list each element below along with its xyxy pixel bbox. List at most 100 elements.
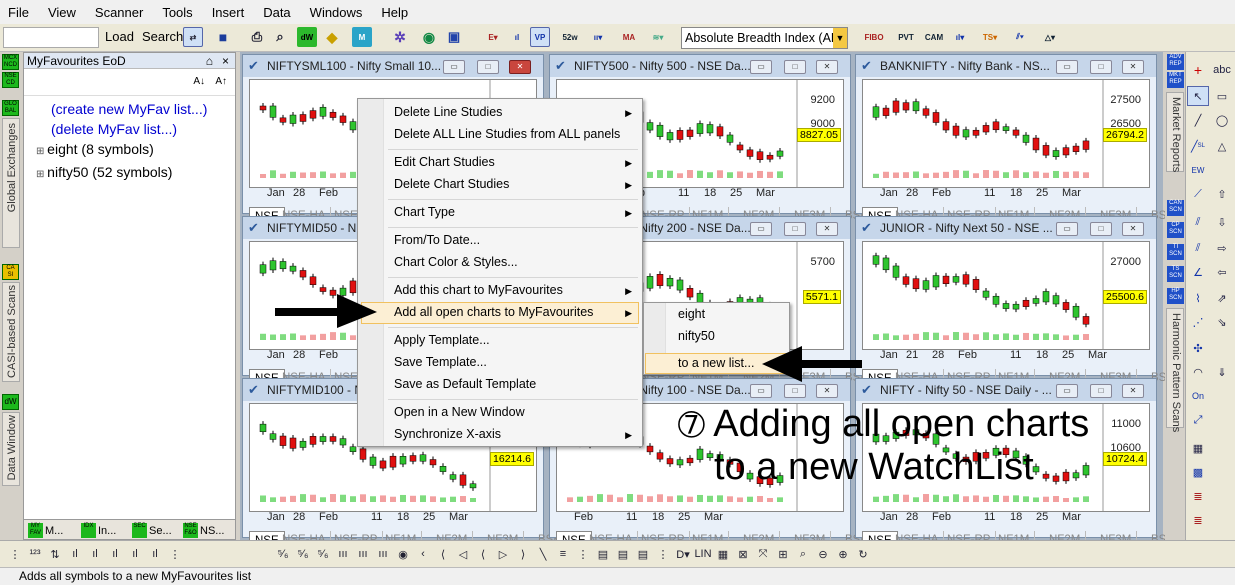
bottom-tool-icon[interactable]: ⟨ [434, 545, 452, 563]
close-icon[interactable]: × [222, 53, 229, 69]
tab-sectors[interactable]: SEC Se... [132, 522, 172, 539]
list2-icon[interactable]: ≣ [1187, 510, 1209, 530]
tab-nse-fo[interactable]: NSE F&O NS... [183, 522, 224, 539]
tab-indices[interactable]: IDX In... [81, 522, 116, 539]
auto-fibo-icon[interactable]: FIBO [864, 27, 884, 47]
menu-item[interactable]: Add this chart to MyFavourites [394, 283, 563, 297]
bottom-tool-icon[interactable]: ≡ [554, 545, 572, 563]
grid-icon[interactable]: ▦ [1187, 438, 1209, 458]
save-icon[interactable]: ■ [213, 27, 233, 47]
minimize-icon[interactable]: ▭ [750, 222, 772, 236]
menu-scanner[interactable]: Scanner [95, 5, 143, 20]
menu-item[interactable]: Edit Chart Studies [394, 155, 495, 169]
print-icon[interactable]: ⎙ [247, 27, 267, 47]
screen-icon[interactable]: ▣ [444, 27, 464, 47]
bottom-tool-icon[interactable]: ‹ [414, 545, 432, 563]
maximize-icon[interactable]: □ [784, 384, 806, 398]
chart-window[interactable]: ✔ BANKNIFTY - Nifty Bank - NS... ▭ □ ✕ 27500 2… [855, 54, 1181, 225]
bottom-tool-icon[interactable]: ⁵⁄₆ [314, 545, 332, 563]
expand-icon[interactable]: ⊞ [36, 146, 47, 157]
ew-icon[interactable]: EW [1187, 160, 1209, 180]
bottom-tool-icon[interactable]: ▦ [714, 545, 732, 563]
sl-channel-icon[interactable]: ⫽ [1187, 238, 1209, 258]
envelope-icon[interactable]: ≋▾ [648, 27, 668, 47]
close-icon[interactable]: ✕ [1122, 384, 1144, 398]
tab-global-exchanges[interactable]: Global Exchanges [2, 118, 20, 248]
arc-icon[interactable]: ◠ [1187, 362, 1209, 382]
speed-icon[interactable]: ⋰ [1187, 312, 1209, 332]
submenu-item-nifty50[interactable]: nifty50 [678, 329, 715, 343]
52w-hilo-icon[interactable]: 52w [560, 27, 580, 47]
minimize-icon[interactable]: ▭ [750, 384, 772, 398]
tree-item[interactable]: ⊞ eight (8 symbols) [36, 139, 207, 162]
menu-tools[interactable]: Tools [162, 5, 192, 20]
web-icon[interactable]: ◉ [419, 27, 439, 47]
bottom-tool-icon[interactable]: ııı [374, 545, 392, 563]
text-tool-icon[interactable]: abc [1211, 60, 1233, 80]
chart-plot[interactable]: 27000 25500.6 [862, 241, 1150, 350]
bottom-tool-icon[interactable]: ⊞ [774, 545, 792, 563]
can-scn-icon[interactable]: CAN SCN [1167, 200, 1184, 216]
arrow-downright-icon[interactable]: ⇘ [1211, 312, 1233, 332]
chart-plot[interactable]: 27500 26500 26794.2 [862, 79, 1150, 188]
bottom-tool-icon[interactable]: ⟨ [474, 545, 492, 563]
marker-icon[interactable]: ⇓ [1211, 362, 1233, 382]
bottom-tool-icon[interactable]: ▤ [594, 545, 612, 563]
bottom-tool-icon[interactable]: ⇅ [46, 545, 64, 563]
global-icon[interactable]: GLO BAL [2, 100, 19, 116]
arrow-down-icon[interactable]: ⇩ [1211, 212, 1233, 232]
bottom-tool-icon[interactable]: LIN [694, 545, 712, 563]
vp-icon[interactable]: VP [530, 27, 550, 47]
close-icon[interactable]: ✕ [816, 60, 838, 74]
bottom-tool-icon[interactable]: ııı [334, 545, 352, 563]
bottom-tool-icon[interactable]: ⊕ [834, 545, 852, 563]
minimize-icon[interactable]: ▭ [443, 60, 465, 74]
nse-cd-icon[interactable]: NSE CD [2, 72, 19, 88]
sort-desc-icon[interactable]: A↑ [215, 76, 227, 87]
mkt-rep-icon[interactable]: MKT REP [1167, 72, 1184, 88]
scatter-icon[interactable]: ✲ [390, 27, 410, 47]
close-icon[interactable]: ✕ [816, 222, 838, 236]
tab-data-window[interactable]: Data Window [2, 412, 20, 486]
line-tool-icon[interactable]: ╱ [1187, 110, 1209, 130]
rectangle-icon[interactable]: ▭ [1211, 86, 1233, 106]
menu-item[interactable]: Add all open charts to MyFavourites [394, 305, 593, 319]
ts-scn-icon[interactable]: TS SCN [1167, 266, 1184, 282]
close-icon[interactable]: ✕ [1122, 60, 1144, 74]
cycles-icon[interactable]: ⌇ [1187, 288, 1209, 308]
menu-item[interactable]: Save as Default Template [394, 377, 536, 391]
vertical-indicator-icon[interactable]: E▾ [483, 27, 503, 47]
mcx-icon[interactable]: MCX NCD [2, 54, 19, 70]
bottom-tool-icon[interactable]: ╲ [534, 545, 552, 563]
ma-icon[interactable]: MA [619, 27, 639, 47]
bottom-tool-icon[interactable]: ¹²³ [26, 545, 44, 563]
delete-list-link[interactable]: (delete MyFav list...) [36, 119, 207, 139]
bottom-tool-icon[interactable]: ⁵⁄₆ [274, 545, 292, 563]
bottom-tool-icon[interactable]: ıl [86, 545, 104, 563]
bottom-tool-icon[interactable]: ⁵⁄₆ [294, 545, 312, 563]
close-icon[interactable]: ✕ [509, 60, 531, 74]
menu-item[interactable]: Delete ALL Line Studies from ALL panels [394, 127, 620, 141]
bottom-tool-icon[interactable]: ıl [66, 545, 84, 563]
volume-icon[interactable]: ıl [507, 27, 527, 47]
bottom-tool-icon[interactable]: ⟩ [514, 545, 532, 563]
on-toggle-icon[interactable]: On [1187, 386, 1209, 406]
tools-icon[interactable]: ◆ [322, 27, 342, 47]
pin-icon[interactable]: ⌂ [206, 53, 213, 69]
crosshair-icon[interactable]: + [1187, 60, 1209, 80]
bars-icon[interactable]: ıı▾ [588, 27, 608, 47]
bottom-tool-icon[interactable]: ▷ [494, 545, 512, 563]
cp-scn-icon[interactable]: CP SCN [1167, 222, 1184, 238]
close-icon[interactable]: ✕ [1122, 222, 1144, 236]
maximize-icon[interactable]: □ [784, 60, 806, 74]
search-button[interactable]: Search [142, 29, 183, 44]
menu-item[interactable]: Delete Line Studies [394, 105, 502, 119]
bottom-tool-icon[interactable]: ıl [146, 545, 164, 563]
minimize-icon[interactable]: ▭ [1056, 60, 1078, 74]
data-window-icon[interactable]: dW [297, 27, 317, 47]
bottom-tool-icon[interactable]: ıl [106, 545, 124, 563]
data-window-side-icon[interactable]: dW [2, 394, 19, 410]
ti-scn-icon[interactable]: TI SCN [1167, 244, 1184, 260]
bottom-tool-icon[interactable]: D▾ [674, 545, 692, 563]
maximize-icon[interactable]: □ [1090, 384, 1112, 398]
